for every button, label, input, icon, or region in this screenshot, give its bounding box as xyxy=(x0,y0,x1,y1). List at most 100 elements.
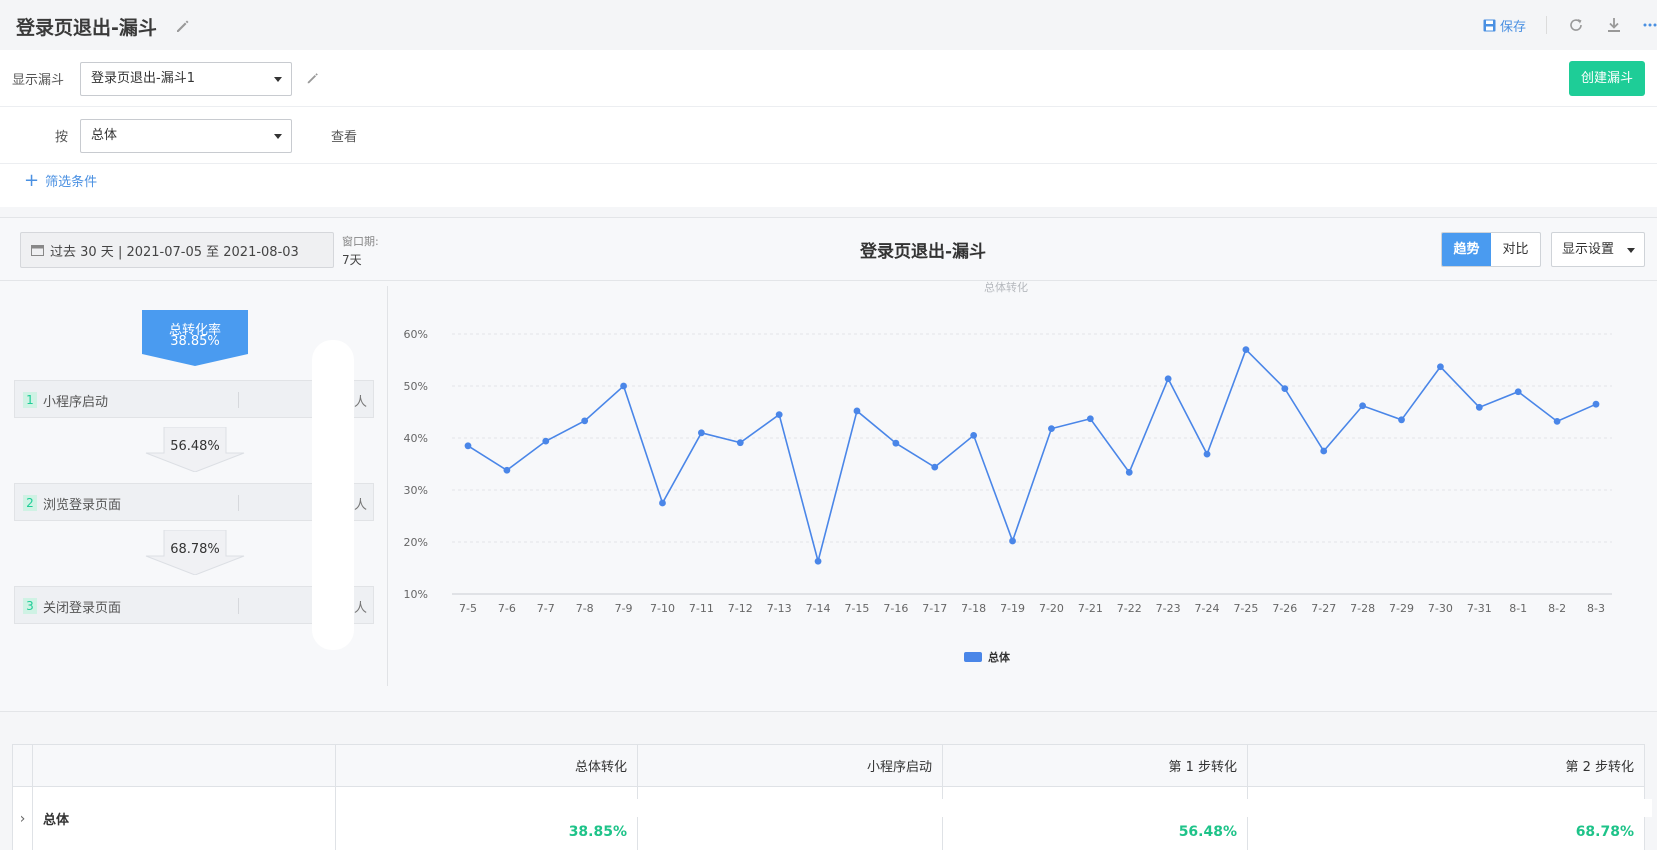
y-tick-label: 60% xyxy=(404,328,428,341)
add-filter-label: 筛选条件 xyxy=(45,175,98,190)
step-divider xyxy=(238,495,239,511)
table-header-cell: 小程序启动 xyxy=(637,744,943,787)
data-point xyxy=(1514,388,1522,396)
data-point xyxy=(620,382,627,390)
data-point xyxy=(970,432,978,439)
trend-tab[interactable]: 趋势 xyxy=(1442,233,1491,266)
chevron-down-icon xyxy=(274,134,282,139)
top-bar: 登录页退出-漏斗 保存 xyxy=(0,0,1657,50)
x-tick-label: 8-3 xyxy=(1587,602,1605,615)
add-filter-button[interactable]: + 筛选条件 xyxy=(24,171,97,190)
x-tick-label: 7-8 xyxy=(576,602,594,615)
table-header-row: 总体转化 小程序启动 第 1 步转化 第 2 步转化 xyxy=(12,744,1645,787)
window-label: 窗口期: xyxy=(342,235,379,248)
step-number: 1 xyxy=(23,392,37,408)
data-point xyxy=(464,442,472,450)
data-point xyxy=(1359,402,1367,410)
data-point xyxy=(542,437,550,445)
x-tick-label: 7-17 xyxy=(922,602,947,615)
step-divider xyxy=(238,392,239,408)
divider xyxy=(387,286,388,686)
save-label: 保存 xyxy=(1499,19,1526,35)
toolbar-divider xyxy=(1546,16,1547,34)
x-tick-label: 7-25 xyxy=(1233,602,1258,615)
save-button[interactable]: 保存 xyxy=(1483,16,1526,35)
compare-tab[interactable]: 对比 xyxy=(1491,233,1540,266)
expand-row-button[interactable]: › xyxy=(12,786,33,850)
x-tick-label: 7-16 xyxy=(883,602,908,615)
table-header-cell xyxy=(12,744,33,787)
refresh-icon xyxy=(1570,19,1582,31)
display-settings-dropdown[interactable]: 显示设置 xyxy=(1551,232,1645,267)
refresh-button[interactable] xyxy=(1567,16,1585,34)
edit-funnel-icon[interactable] xyxy=(306,71,320,85)
row-name: 总体 xyxy=(32,786,336,850)
step-label: 关闭登录页面 xyxy=(43,601,122,616)
x-tick-label: 7-24 xyxy=(1195,602,1220,615)
x-tick-label: 7-12 xyxy=(728,602,753,615)
edit-title-icon[interactable] xyxy=(175,18,191,34)
chevron-down-icon xyxy=(1627,248,1635,253)
x-tick-label: 7-6 xyxy=(498,602,516,615)
redacted-area xyxy=(312,340,354,650)
x-tick-label: 7-31 xyxy=(1467,602,1492,615)
data-point xyxy=(1242,346,1250,353)
data-point xyxy=(1048,425,1055,433)
y-tick-label: 40% xyxy=(404,432,428,445)
more-button[interactable] xyxy=(1643,16,1657,34)
data-table-panel: 总体转化 小程序启动 第 1 步转化 第 2 步转化 › 总体 38.85% 5… xyxy=(0,723,1657,850)
date-range-text: 过去 30 天 | 2021-07-05 至 2021-08-03 xyxy=(50,244,299,260)
view-mode-toggle: 趋势 对比 xyxy=(1441,232,1541,267)
table-cell: 38.85% xyxy=(335,786,638,850)
create-funnel-button[interactable]: 创建漏斗 xyxy=(1569,61,1645,96)
save-icon xyxy=(1483,19,1496,31)
group-by-select[interactable]: 总体 xyxy=(80,119,292,153)
data-point xyxy=(503,466,511,474)
step-divider xyxy=(238,598,239,614)
line-chart: 10% 20% 30% 40% 50% 60% 7-5 7-6 7-7 7-8 7-9 7-10 7-1… xyxy=(404,328,1612,664)
table-cell: 56.48% xyxy=(942,786,1248,850)
y-tick-label: 30% xyxy=(404,484,428,497)
x-tick-label: 7-5 xyxy=(459,602,477,615)
table-header-cell xyxy=(32,744,336,787)
step-unit: 人 xyxy=(353,601,367,616)
legend-label: 总体 xyxy=(988,650,1011,664)
data-point xyxy=(581,417,589,425)
group-by-label: 按 xyxy=(55,130,69,145)
chart-title: 登录页退出-漏斗 xyxy=(860,242,987,262)
data-point xyxy=(659,499,666,507)
table-header-cell: 第 1 步转化 xyxy=(942,744,1248,787)
y-tick-label: 10% xyxy=(404,588,428,601)
data-point xyxy=(1398,416,1405,424)
data-point xyxy=(1009,537,1016,545)
y-tick-label: 50% xyxy=(404,380,428,393)
step-rate: 56.48% xyxy=(170,439,220,454)
table-cell xyxy=(637,786,943,850)
data-point xyxy=(1475,403,1483,411)
date-range-picker[interactable]: 过去 30 天 | 2021-07-05 至 2021-08-03 xyxy=(20,232,334,268)
data-point xyxy=(892,439,900,447)
y-tick-label: 20% xyxy=(404,536,428,549)
data-point xyxy=(775,411,783,418)
x-tick-label: 7-21 xyxy=(1078,602,1103,615)
download-icon xyxy=(1608,18,1620,32)
data-point xyxy=(814,557,822,565)
funnel-select-value: 登录页退出-漏斗1 xyxy=(91,71,195,86)
group-by-value: 总体 xyxy=(91,128,118,143)
x-tick-label: 7-14 xyxy=(806,602,831,615)
page-title: 登录页退出-漏斗 xyxy=(16,17,157,39)
x-tick-label: 7-10 xyxy=(650,602,675,615)
x-tick-label: 8-2 xyxy=(1548,602,1566,615)
table-header-cell: 第 2 步转化 xyxy=(1247,744,1645,787)
funnel-select[interactable]: 登录页退出-漏斗1 xyxy=(80,62,292,96)
divider xyxy=(0,280,1657,281)
x-tick-label: 7-23 xyxy=(1156,602,1181,615)
table-row: › 总体 38.85% 56.48% 68.78% xyxy=(12,786,1645,850)
data-point xyxy=(697,429,705,437)
data-point xyxy=(1125,468,1133,476)
x-tick-label: 7-15 xyxy=(844,602,869,615)
download-button[interactable] xyxy=(1605,16,1623,34)
x-tick-label: 7-19 xyxy=(1000,602,1025,615)
funnel-select-row: 显示漏斗 登录页退出-漏斗1 创建漏斗 xyxy=(0,50,1657,107)
series-line xyxy=(467,348,1597,565)
